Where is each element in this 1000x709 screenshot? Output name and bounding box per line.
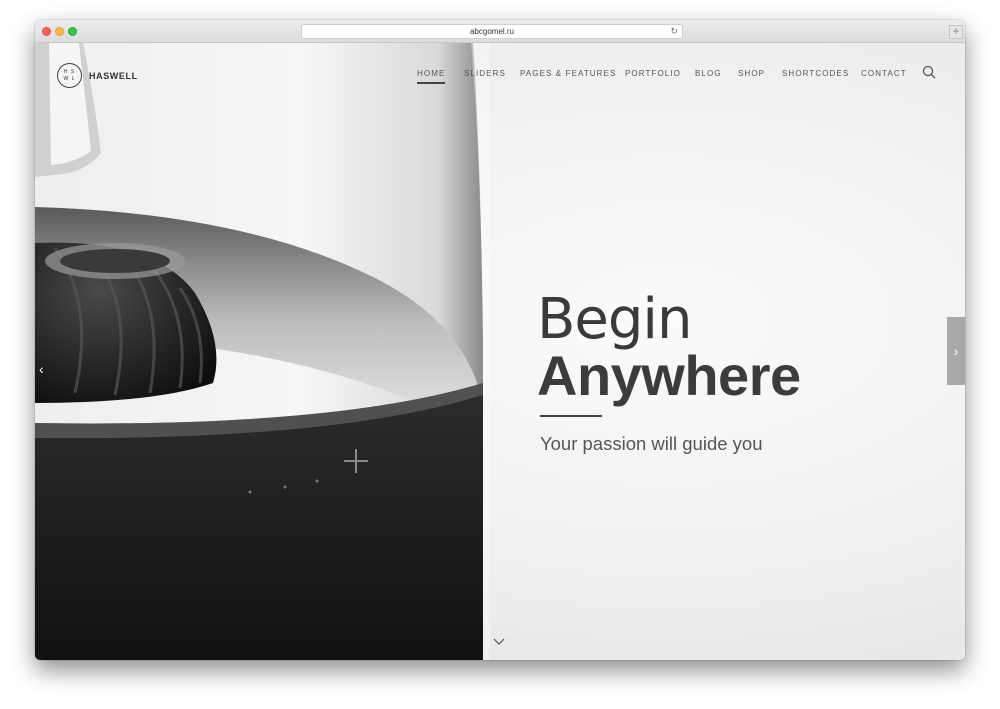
nav-item-portfolio[interactable]: PORTFOLIO: [625, 69, 681, 78]
nav-item-home[interactable]: HOME: [417, 69, 446, 84]
hero-product-image: [35, 43, 490, 660]
slider-next-button[interactable]: ›: [947, 317, 965, 385]
nav-item-pages-features[interactable]: PAGES & FEATURES: [520, 69, 616, 78]
browser-window: abcgomel.ru ↻ + H S W L HASWELL HOME SLI…: [35, 20, 965, 660]
address-bar-url: abcgomel.ru: [469, 27, 515, 36]
new-tab-button[interactable]: +: [949, 25, 963, 39]
brand-name[interactable]: HASWELL: [89, 71, 138, 81]
hero-tagline: Your passion will guide you: [540, 433, 763, 454]
hero-heading-line2: Anywhere: [537, 344, 801, 407]
page-viewport: H S W L HASWELL HOME SLIDERS PAGES & FEA…: [35, 43, 965, 660]
chevron-right-icon: ›: [953, 343, 959, 359]
zoom-window-button[interactable]: [68, 27, 77, 36]
nav-item-blog[interactable]: BLOG: [695, 69, 722, 78]
chevron-down-icon[interactable]: [492, 637, 506, 647]
chevron-left-icon: ‹: [39, 361, 44, 377]
nav-item-sliders[interactable]: SLIDERS: [464, 69, 506, 78]
close-window-button[interactable]: [42, 27, 51, 36]
address-bar[interactable]: abcgomel.ru ↻: [301, 24, 683, 39]
reload-icon[interactable]: ↻: [670, 25, 678, 38]
nav-item-shortcodes[interactable]: SHORTCODES: [782, 69, 849, 78]
slider-prev-button[interactable]: ‹: [39, 361, 44, 377]
nav-item-shop[interactable]: SHOP: [738, 69, 765, 78]
nav-item-contact[interactable]: CONTACT: [861, 69, 907, 78]
browser-toolbar: abcgomel.ru ↻ +: [35, 20, 965, 43]
search-icon[interactable]: [922, 65, 936, 79]
minimize-window-button[interactable]: [55, 27, 64, 36]
hero-divider: [540, 415, 602, 417]
site-logo[interactable]: H S W L: [57, 63, 82, 88]
logo-letters: H S W L: [63, 68, 76, 82]
